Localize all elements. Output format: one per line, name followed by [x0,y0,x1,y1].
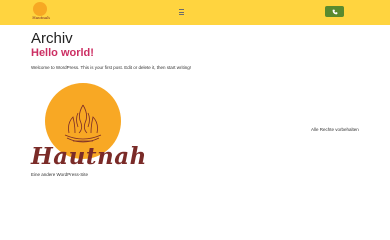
page-title: Archiv [31,30,73,47]
site-logo[interactable]: Hautnah [31,2,51,22]
site-tagline: Eine andere WordPress-Site [31,172,88,177]
post-excerpt: Welcome to WordPress. This is your first… [31,65,192,70]
phone-icon [332,9,337,14]
post-title-link[interactable]: Hello world! [31,47,94,59]
phone-button[interactable] [325,6,344,17]
footer-logo[interactable]: Hautnah [31,80,147,170]
logo-wordmark: Hautnah [31,143,147,170]
hamburger-icon [178,9,184,10]
site-header: Hautnah [0,0,390,25]
logo-text: Hautnah [32,15,50,20]
logo-disc [33,2,47,16]
copyright-text: Alle Rechte vorbehalten [311,127,359,132]
menu-toggle-button[interactable] [176,7,186,17]
